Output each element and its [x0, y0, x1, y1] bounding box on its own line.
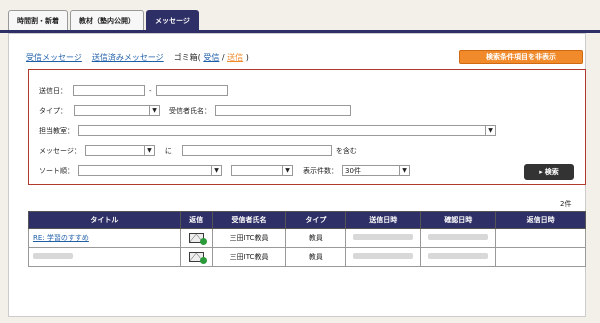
- trash-suffix: ): [245, 53, 249, 62]
- reply-date-cell: [495, 247, 586, 267]
- sent-messages-link[interactable]: 送信済みメッセージ: [92, 52, 164, 63]
- receiver-name-input[interactable]: [215, 105, 351, 116]
- sort-field-select[interactable]: ▼: [78, 165, 222, 176]
- chevron-down-icon: ▼: [143, 146, 154, 155]
- type-select[interactable]: ▼: [74, 105, 160, 116]
- hide-conditions-button[interactable]: 検索条件項目を非表示: [459, 50, 583, 64]
- chevron-down-icon: ▼: [149, 106, 159, 115]
- trash-prefix: ゴミ箱(: [173, 53, 201, 62]
- search-button[interactable]: ▸ 検索: [524, 164, 574, 180]
- search-button-label: 検索: [544, 168, 559, 176]
- message-label: メッセージ：: [39, 146, 81, 155]
- contains-label: を含む: [335, 146, 357, 155]
- tab-schedule[interactable]: 時間割・新着: [8, 10, 68, 30]
- receiver-cell: 三田ITC教員: [211, 247, 287, 267]
- search-form: 送信日： - タイプ： ▼ 受信者氏名： 担当教室： ▼ メッセージ： ▼ に …: [28, 69, 586, 185]
- display-count-select[interactable]: 30件 ▼: [342, 165, 410, 176]
- message-title-link[interactable]: RE: 学習のすすめ: [33, 234, 89, 242]
- mail-reply-icon[interactable]: [188, 252, 207, 264]
- confirm-date-redacted: [428, 234, 489, 240]
- table-row[interactable]: RE: 学習のすすめ 三田ITC教員 教員: [28, 228, 586, 248]
- table-header-row: タイトル 返信 受信者氏名 タイプ 送信日時 確認日時 返信日時: [28, 211, 586, 229]
- type-label: タイプ：: [39, 106, 67, 115]
- col-title[interactable]: タイトル: [28, 211, 181, 229]
- play-icon: ▸: [539, 168, 543, 176]
- col-receiver[interactable]: 受信者氏名: [211, 211, 287, 229]
- chevron-down-icon: ▼: [485, 126, 495, 135]
- col-sent-date[interactable]: 送信日時: [345, 211, 422, 229]
- trash-sent-link[interactable]: 送信: [227, 53, 243, 62]
- receiver-cell: 三田ITC教員: [211, 228, 287, 248]
- col-type[interactable]: タイプ: [285, 211, 347, 229]
- sort-label: ソート順：: [39, 166, 74, 175]
- sent-date-to-input[interactable]: [155, 85, 228, 96]
- col-reply[interactable]: 返信: [179, 211, 213, 229]
- chevron-down-icon: ▼: [399, 166, 409, 175]
- message-field-select[interactable]: ▼: [84, 145, 155, 156]
- trash-received-link[interactable]: 受信: [203, 53, 219, 62]
- sort-order-select[interactable]: ▼: [231, 165, 293, 176]
- sent-date-label: 送信日：: [39, 86, 67, 95]
- col-reply-date[interactable]: 返信日時: [495, 211, 586, 229]
- date-separator: -: [149, 86, 152, 95]
- message-nav: 受信メッセージ 送信済みメッセージ ゴミ箱( 受信 / 送信 ): [26, 52, 249, 63]
- col-confirm-date[interactable]: 確認日時: [420, 211, 497, 229]
- chevron-down-icon: ▼: [282, 166, 292, 175]
- sent-date-redacted: [353, 253, 414, 259]
- tab-messages[interactable]: メッセージ: [146, 10, 199, 30]
- message-table: タイトル 返信 受信者氏名 タイプ 送信日時 確認日時 返信日時 RE: 学習の…: [28, 211, 586, 267]
- sent-date-from-input[interactable]: [73, 85, 145, 96]
- trash-nav: ゴミ箱( 受信 / 送信 ): [174, 52, 249, 63]
- mail-reply-icon[interactable]: [188, 233, 207, 245]
- confirm-date-redacted: [428, 253, 489, 259]
- received-messages-link[interactable]: 受信メッセージ: [26, 52, 82, 63]
- tab-materials[interactable]: 教材（塾内公開）: [70, 10, 144, 30]
- trash-separator: /: [221, 53, 225, 62]
- message-keyword-input[interactable]: [181, 145, 332, 156]
- chevron-down-icon: ▼: [211, 166, 221, 175]
- subject-select[interactable]: ▼: [78, 125, 496, 136]
- receiver-label: 受信者氏名：: [169, 106, 211, 115]
- subject-label: 担当教室：: [39, 126, 74, 135]
- type-cell: 教員: [285, 247, 347, 267]
- display-count-value: 30件: [345, 166, 361, 175]
- message-title-redacted[interactable]: [33, 253, 73, 259]
- tab-bar: 時間割・新着 教材（塾内公開） メッセージ: [8, 10, 199, 30]
- result-count: 2件: [560, 200, 572, 208]
- ni-label: に: [164, 146, 172, 155]
- table-row[interactable]: 三田ITC教員 教員: [28, 247, 586, 267]
- type-cell: 教員: [285, 228, 347, 248]
- sent-date-redacted: [353, 234, 414, 240]
- display-count-label: 表示件数：: [303, 166, 338, 175]
- reply-date-cell: [495, 228, 586, 248]
